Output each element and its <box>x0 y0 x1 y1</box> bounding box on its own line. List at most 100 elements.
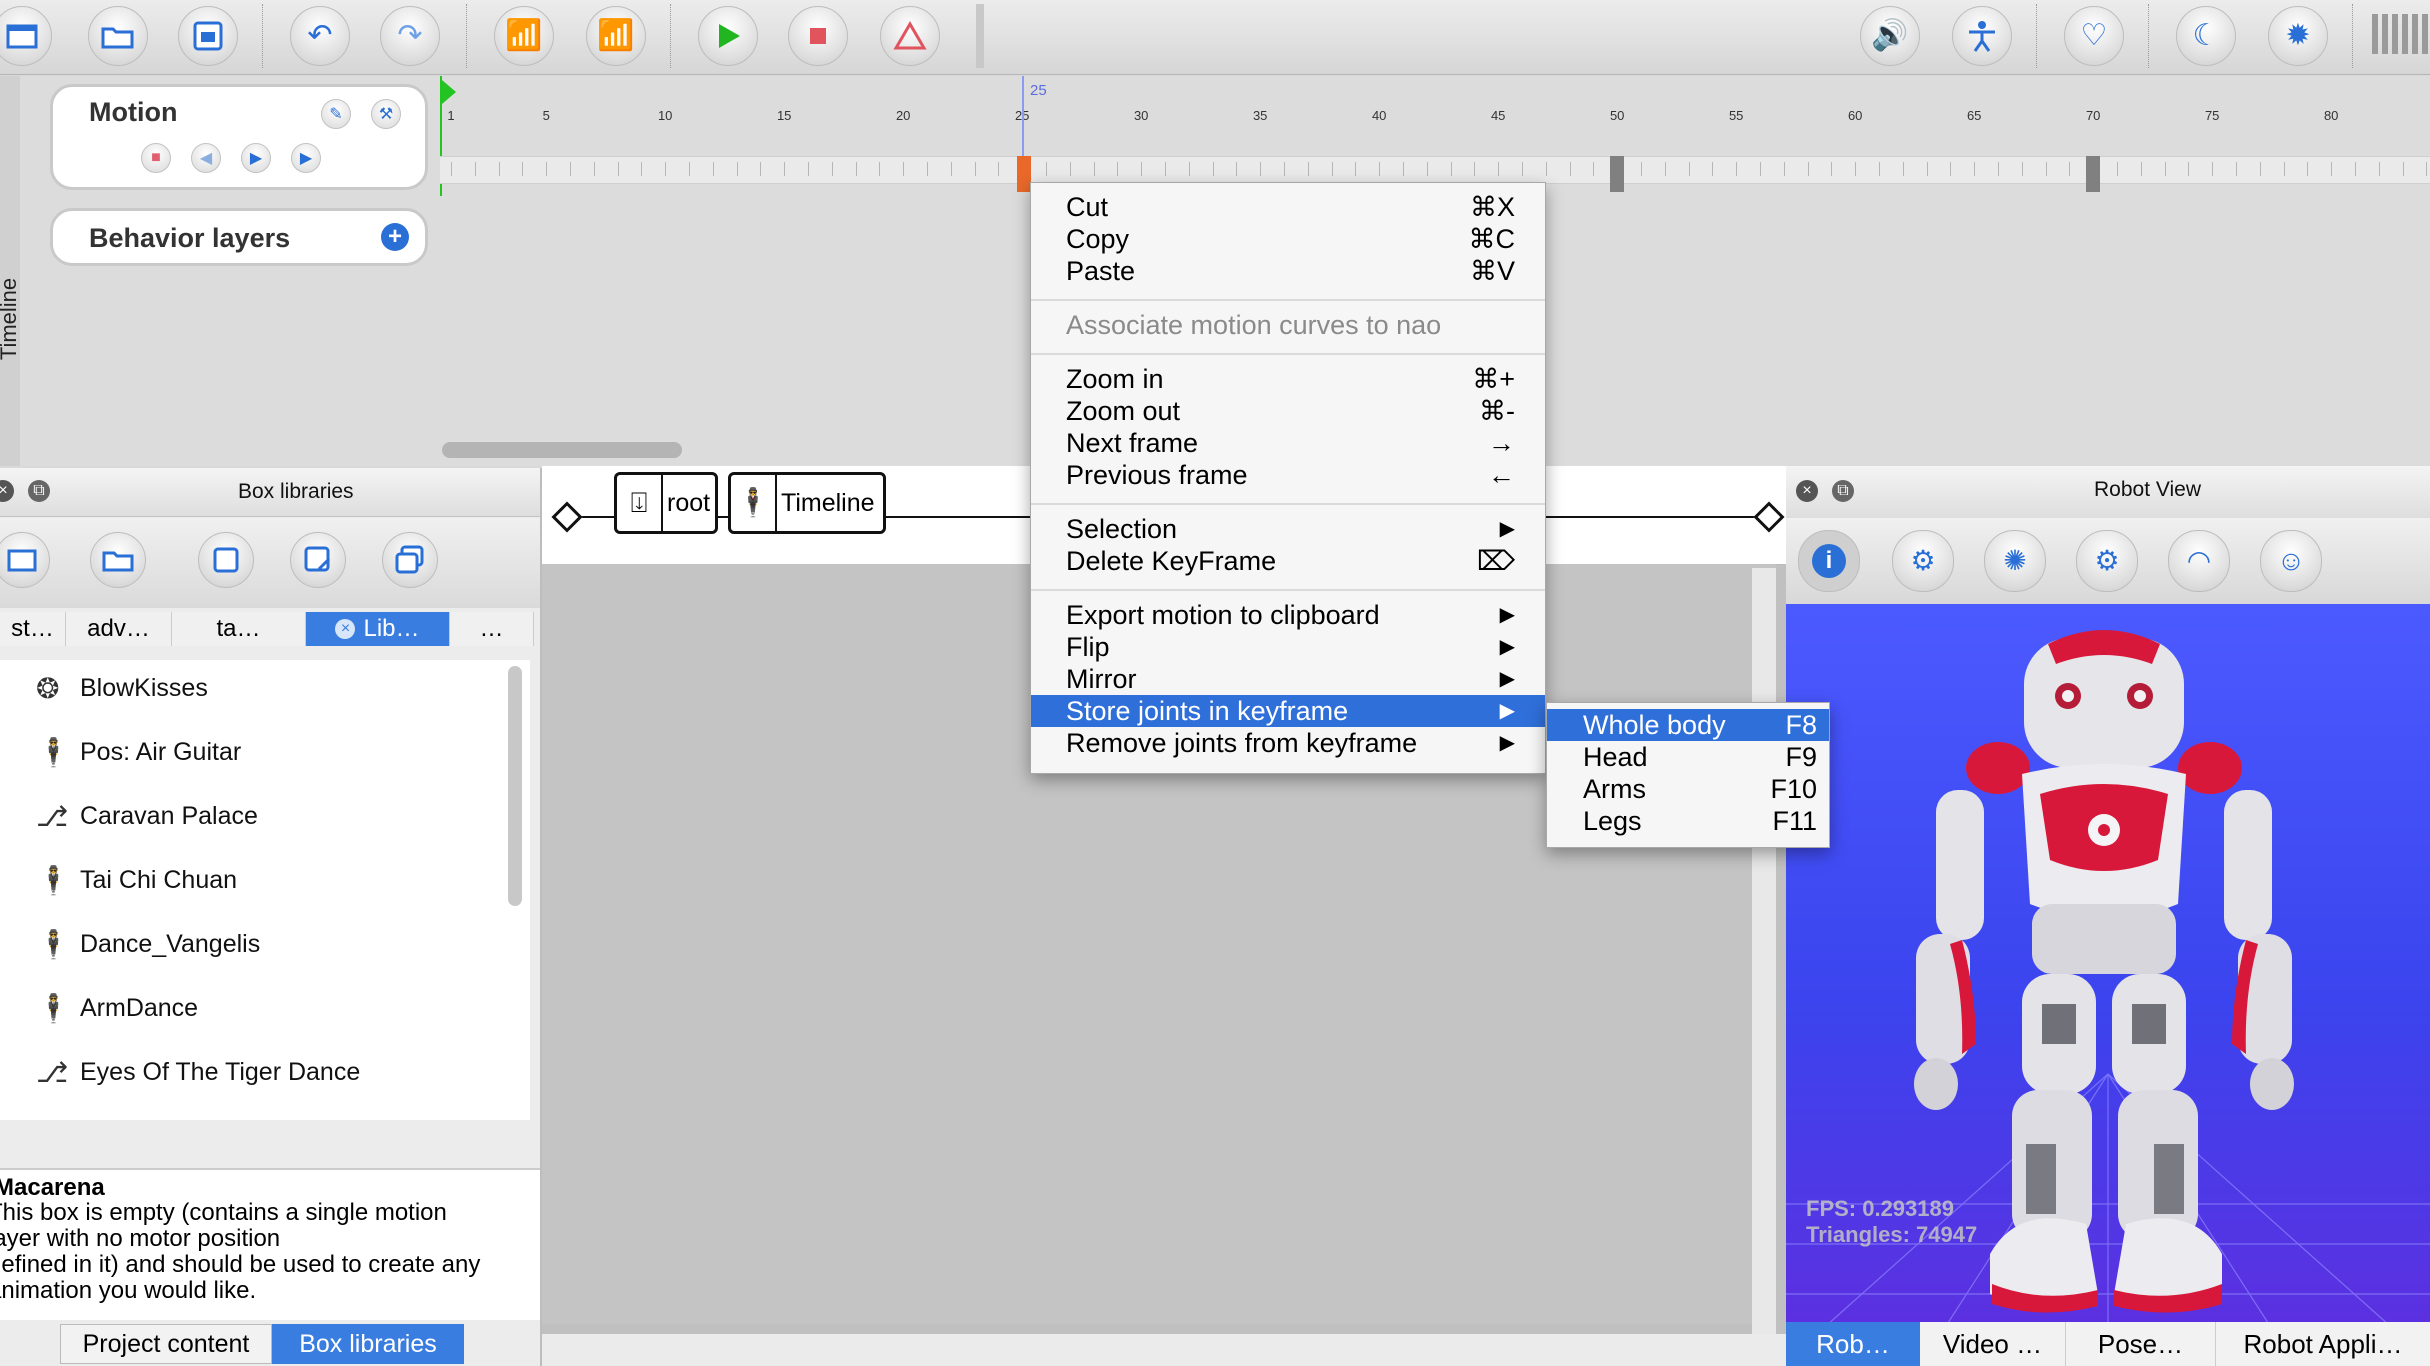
side-tab-label: Timeline <box>0 277 22 361</box>
redo-icon[interactable]: ↷ <box>380 6 440 66</box>
joint-lock-icon[interactable]: ⚙ <box>1892 530 1954 592</box>
description-text: This box is empty (contains a single mot… <box>0 1199 481 1304</box>
face-icon[interactable]: ☺ <box>2260 530 2322 592</box>
library-list-item[interactable]: 🕴 Tai Chi Chuan <box>36 860 237 900</box>
save-as-library-icon[interactable] <box>290 532 346 588</box>
timeline-side-tab[interactable]: Timeline <box>0 76 21 466</box>
project-content-tab[interactable]: Project content <box>60 1324 272 1364</box>
box-libraries-tab[interactable]: Box libraries <box>272 1324 464 1364</box>
library-tab-more[interactable]: … <box>450 612 534 646</box>
behavior-layers-panel: Behavior layers + <box>50 208 428 266</box>
library-list-item[interactable]: ⎇ Caravan Palace <box>36 796 258 836</box>
library-tab-templates[interactable]: ta… <box>172 612 306 646</box>
menu-item-zoom-out[interactable]: Zoom out ⌘- <box>1031 395 1545 427</box>
menu-item-paste[interactable]: Paste ⌘V <box>1031 255 1545 287</box>
video-monitor-tab[interactable]: Video … <box>1920 1322 2066 1366</box>
box-description: Macarena This box is empty (contains a s… <box>0 1168 540 1320</box>
flow-input-diamond[interactable] <box>551 501 583 533</box>
submenu-item-legs[interactable]: Legs F11 <box>1547 805 1829 837</box>
library-tab-active[interactable]: × Lib… <box>306 612 450 646</box>
library-list-item[interactable]: 🕴 ArmDance <box>36 988 198 1028</box>
float-robot-view-icon[interactable]: ⧉ <box>1832 480 1854 502</box>
float-panel-icon[interactable]: ⧉ <box>28 480 50 502</box>
new-icon[interactable] <box>0 6 52 66</box>
library-list-scrollbar[interactable] <box>508 666 522 906</box>
submenu-item-whole-body[interactable]: Whole body F8 <box>1547 709 1829 741</box>
nao-robot <box>1914 630 2294 1313</box>
volume-icon[interactable]: 🔊 <box>1860 6 1920 66</box>
animation-mode-icon[interactable] <box>1952 6 2012 66</box>
menu-item-zoom-in[interactable]: Zoom in ⌘+ <box>1031 363 1545 395</box>
motor-icon[interactable]: ⚙ <box>2076 530 2138 592</box>
library-list-item[interactable]: 🕴 Dance_Vangelis <box>36 924 260 964</box>
stop-icon[interactable] <box>788 6 848 66</box>
menu-item-remove-joints[interactable]: Remove joints from keyframe ▶ <box>1031 727 1545 759</box>
flow-output-diamond[interactable] <box>1753 501 1785 533</box>
close-robot-view-icon[interactable]: × <box>1796 480 1818 502</box>
stop-record-icon[interactable]: ■ <box>141 143 171 173</box>
rest-icon[interactable]: ☾ <box>2176 6 2236 66</box>
play-icon[interactable] <box>698 6 758 66</box>
next-keyframe-icon[interactable]: ▶ <box>291 143 321 173</box>
menu-item-mirror[interactable]: Mirror ▶ <box>1031 663 1545 695</box>
library-list-item[interactable]: 🕴 Pos: Air Guitar <box>36 732 241 772</box>
timeline-box-label: Timeline <box>781 489 875 517</box>
disconnect-icon[interactable]: 📶 <box>586 6 646 66</box>
menu-item-previous-frame[interactable]: Previous frame ← <box>1031 459 1545 491</box>
new-library-icon[interactable] <box>0 532 50 588</box>
motion-settings-icon[interactable]: ⚒ <box>371 99 401 129</box>
edit-motion-icon[interactable]: ✎ <box>321 99 351 129</box>
settings-icon[interactable]: ✹ <box>2268 6 2328 66</box>
menu-item-cut[interactable]: Cut ⌘X <box>1031 191 1545 223</box>
flow-scrollbar[interactable] <box>1752 568 1776 1338</box>
keyframe-marker[interactable] <box>2086 156 2101 192</box>
robot-view-header: × ⧉ Robot View <box>1786 466 2430 519</box>
pose-library-tab[interactable]: Pose… <box>2066 1322 2216 1366</box>
flow-horizontal-scrollbar[interactable] <box>542 1334 1786 1366</box>
close-panel-icon[interactable]: × <box>0 480 14 502</box>
timeline-box[interactable]: 🕴 Timeline <box>728 472 886 534</box>
robot-view-tab[interactable]: Rob… <box>1786 1322 1920 1366</box>
library-list-item[interactable]: 🕴Happy Birthday <box>36 1116 251 1120</box>
library-list-item[interactable]: ❂ BlowKisses <box>36 668 208 708</box>
close-tab-icon[interactable]: × <box>335 619 356 639</box>
add-layer-icon[interactable]: + <box>381 223 409 251</box>
previous-keyframe-icon[interactable]: ◀ <box>191 143 221 173</box>
play-motion-icon[interactable]: ▶ <box>241 143 271 173</box>
library-list-item[interactable]: ⎇ Eyes Of The Tiger Dance <box>36 1052 360 1092</box>
undo-icon[interactable]: ↶ <box>290 6 350 66</box>
library-tab-advanced[interactable]: adv… <box>66 612 172 646</box>
sonar-icon[interactable]: ◠ <box>2168 530 2230 592</box>
robot-3d-view[interactable]: FPS: 0.293189 Triangles: 74947 <box>1786 604 2430 1326</box>
menu-item-delete-keyframe[interactable]: Delete KeyFrame ⌦ <box>1031 545 1545 577</box>
save-icon[interactable] <box>178 6 238 66</box>
open-icon[interactable] <box>88 6 148 66</box>
battery-icon <box>2372 14 2430 54</box>
debug-icon[interactable] <box>880 6 940 66</box>
info-icon[interactable]: i <box>1798 530 1860 592</box>
robot-applications-tab[interactable]: Robot Appli… <box>2216 1322 2430 1366</box>
menu-item-flip[interactable]: Flip ▶ <box>1031 631 1545 663</box>
menu-item-copy[interactable]: Copy ⌘C <box>1031 223 1545 255</box>
menu-item-export-motion[interactable]: Export motion to clipboard ▶ <box>1031 599 1545 631</box>
timeline-scrollbar[interactable] <box>442 442 682 458</box>
menu-item-store-joints[interactable]: Store joints in keyframe ▶ <box>1031 695 1545 727</box>
library-tab-standard[interactable]: st… <box>0 612 66 646</box>
submenu-item-arms[interactable]: Arms F10 <box>1547 773 1829 805</box>
menu-item-selection[interactable]: Selection ▶ <box>1031 513 1545 545</box>
save-library-icon[interactable] <box>198 532 254 588</box>
keyframe-marker[interactable] <box>1610 156 1625 192</box>
submenu-item-head[interactable]: Head F9 <box>1547 741 1829 773</box>
motion-layers-area: Motion ✎ ⚒ ■ ◀ ▶ ▶ Behavior layers + <box>20 76 440 466</box>
menu-item-next-frame[interactable]: Next frame → <box>1031 427 1545 459</box>
open-library-icon[interactable] <box>90 532 146 588</box>
autonomous-life-icon[interactable]: ♡ <box>2064 6 2124 66</box>
root-box[interactable]: ⍗ root <box>614 472 718 534</box>
sensor-icon[interactable]: ✺ <box>1984 530 2046 592</box>
connect-icon[interactable]: 📶 <box>494 6 554 66</box>
save-all-library-icon[interactable] <box>382 532 438 588</box>
library-item-label: ArmDance <box>80 993 199 1022</box>
box-libraries-panel: × ⧉ Box libraries st… adv… ta… × Lib… … … <box>0 468 542 1366</box>
current-frame-label: 25 <box>1030 82 1047 99</box>
playhead-cursor[interactable] <box>1017 156 1031 192</box>
